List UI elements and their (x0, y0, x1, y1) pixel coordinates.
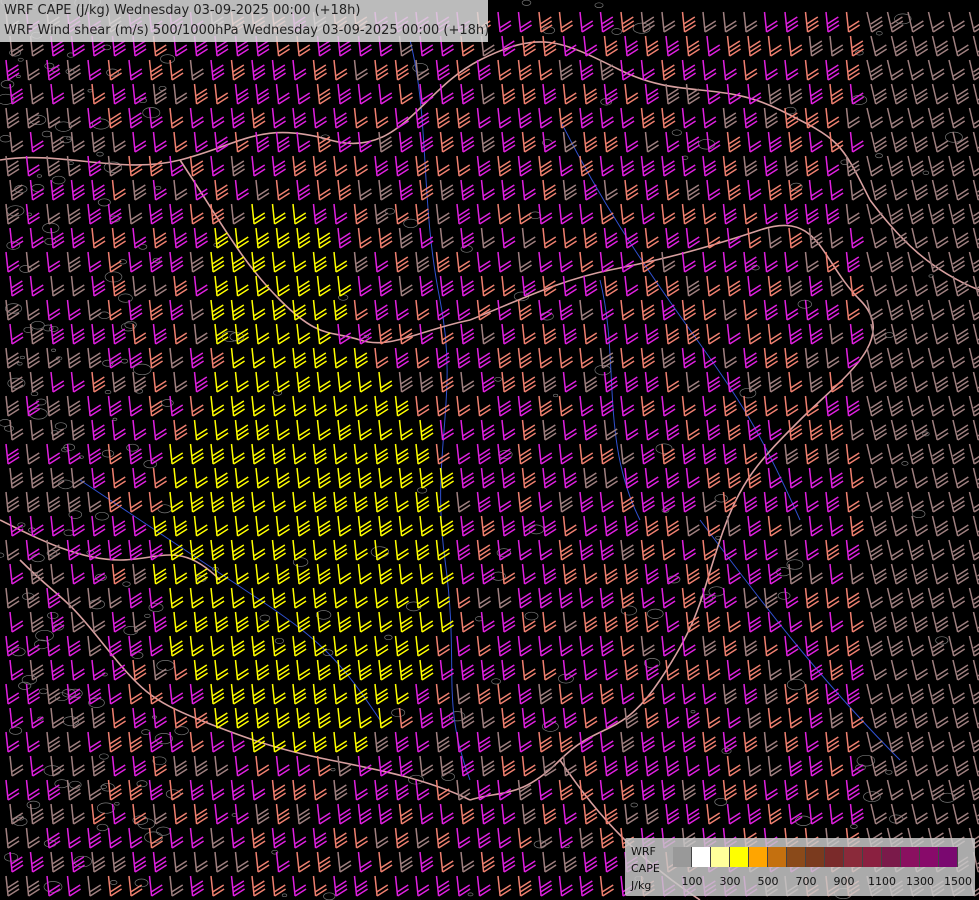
legend-swatch (768, 847, 787, 867)
legend-swatch (730, 847, 749, 867)
legend-swatch (844, 847, 863, 867)
legend-swatch (692, 847, 711, 867)
legend-swatch (882, 847, 901, 867)
legend-field-label: CAPE (631, 862, 660, 875)
legend-swatch (711, 847, 730, 867)
legend-tick-label: 100 (681, 875, 703, 888)
legend-swatch (787, 847, 806, 867)
legend-tick-label: 300 (719, 875, 741, 888)
legend-swatch (673, 847, 692, 867)
map-title-box: WRF CAPE (J/kg) Wednesday 03-09-2025 00:… (0, 0, 490, 42)
legend-swatch (825, 847, 844, 867)
weather-map (0, 0, 979, 900)
cape-title: WRF CAPE (J/kg) Wednesday 03-09-2025 00:… (4, 3, 361, 18)
legend-swatch (939, 847, 958, 867)
legend-swatch (901, 847, 920, 867)
legend-swatch (749, 847, 768, 867)
legend-tick-label: 1300 (906, 875, 934, 888)
legend-tick-labels: 100 300 500 700 900 1100 1300 1500 (673, 875, 973, 889)
legend-color-scale (673, 847, 958, 867)
cape-legend: WRF CAPE J/kg 100 300 500 700 900 1100 1300 150… (625, 838, 975, 896)
legend-swatch (863, 847, 882, 867)
legend-tick-label: 700 (795, 875, 817, 888)
legend-swatch (920, 847, 939, 867)
legend-tick-label: 1500 (944, 875, 972, 888)
wind-shear-title: WRF Wind shear (m/s) 500/1000hPa Wednesd… (4, 23, 490, 38)
legend-tick-label: 900 (833, 875, 855, 888)
legend-model-label: WRF (631, 845, 656, 858)
legend-tick-label: 500 (757, 875, 779, 888)
legend-tick-label: 1100 (868, 875, 896, 888)
legend-unit-label: J/kg (631, 879, 652, 892)
legend-swatch (806, 847, 825, 867)
